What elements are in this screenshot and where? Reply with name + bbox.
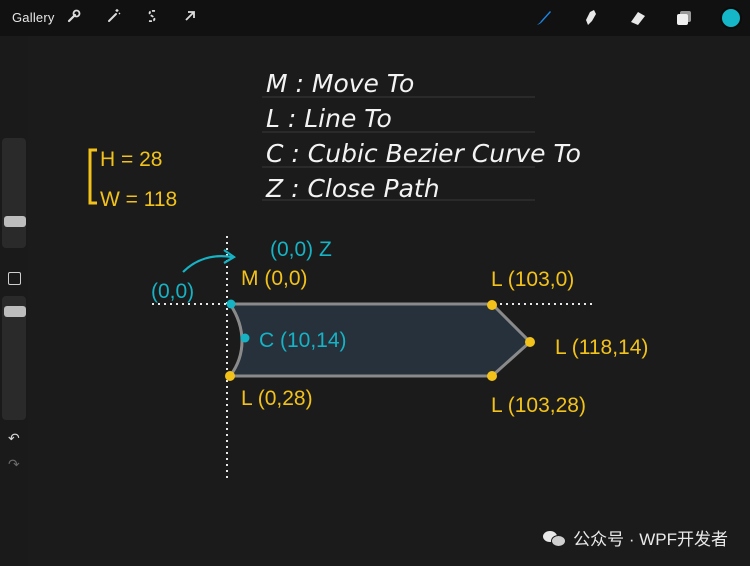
wechat-icon [543, 529, 567, 547]
width-label: W = 118 [100, 188, 177, 211]
legend-line-line: L : Line To [266, 104, 392, 133]
label-curve: C (10,14) [259, 329, 347, 352]
canvas-drawing: M : Move To L : Line To C : Cubic Bezier… [88, 69, 648, 482]
label-start-close: (0,0) Z [270, 238, 332, 261]
legend-line-curve: C : Cubic Bezier Curve To [266, 139, 581, 168]
origin-point [226, 299, 236, 309]
watermark-text: 公众号 · WPF开发者 [573, 530, 728, 549]
point-top-right [487, 300, 497, 310]
label-line-bottom-left: L (0,28) [241, 387, 313, 410]
point-bottom-left [225, 371, 235, 381]
label-line-top-right: L (103,0) [491, 268, 574, 291]
legend-line-close: Z : Close Path [265, 174, 440, 203]
height-label: H = 28 [100, 148, 162, 171]
label-origin: (0,0) [151, 280, 194, 303]
legend-line-move: M : Move To [266, 69, 414, 98]
watermark: 公众号 · WPF开发者 [543, 525, 728, 550]
point-tip [525, 337, 535, 347]
control-point [240, 333, 250, 343]
label-move-to: M (0,0) [241, 267, 308, 290]
point-bottom-right [487, 371, 497, 381]
label-line-bottom-right: L (103,28) [491, 394, 586, 417]
label-line-tip: L (118,14) [555, 336, 648, 359]
